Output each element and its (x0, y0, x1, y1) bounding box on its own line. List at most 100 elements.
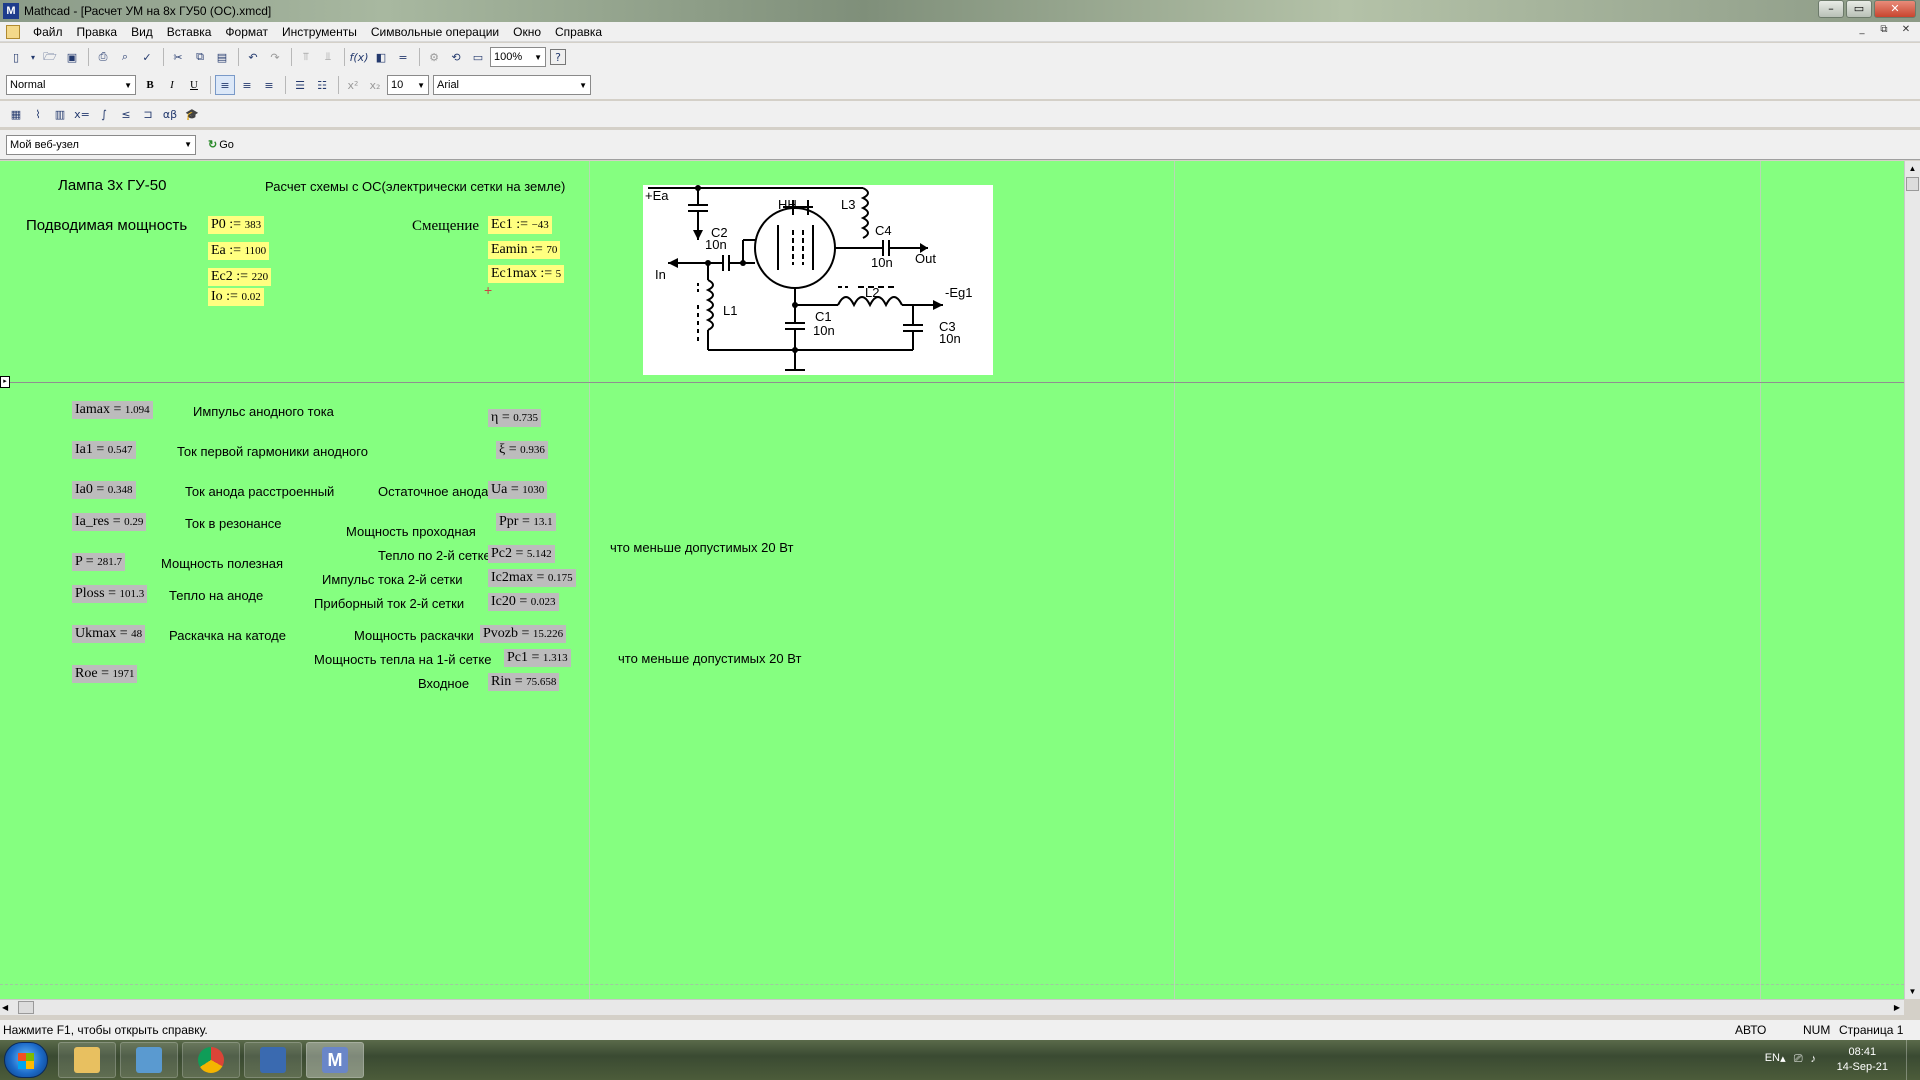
taskbar-chrome[interactable] (182, 1042, 240, 1078)
calculate-icon[interactable]: = (393, 47, 413, 67)
numbered-list-icon[interactable]: ☷ (312, 75, 332, 95)
scroll-right-icon[interactable]: ▶ (1894, 1000, 1900, 1015)
font-name-select[interactable]: Arial ▼ (433, 75, 591, 95)
scroll-left-icon[interactable]: ◀ (2, 1000, 8, 1015)
undo-icon[interactable]: ↶ (243, 47, 263, 67)
input-P0[interactable]: P0 := 383 (208, 216, 265, 234)
open-folder-icon[interactable]: 🗁 (40, 47, 60, 67)
show-desktop-button[interactable] (1906, 1040, 1920, 1080)
underline-button[interactable]: U (184, 75, 204, 95)
taskbar-explorer[interactable] (58, 1042, 116, 1078)
tray-icons[interactable]: ▴⎚♪ (1780, 1052, 1824, 1066)
print-icon[interactable]: ⎙ (93, 47, 113, 67)
menu-edit[interactable]: Правка (70, 25, 125, 39)
greek-icon[interactable]: αβ (160, 104, 180, 124)
scroll-down-icon[interactable]: ▼ (1905, 984, 1920, 999)
graph-icon[interactable]: ⌇ (28, 104, 48, 124)
result-P[interactable]: P = 281.7 (72, 553, 125, 571)
insert-function-icon[interactable]: f(x) (349, 47, 369, 67)
align-top-icon[interactable]: ⫪ (296, 47, 316, 67)
evaluation-icon[interactable]: x= (72, 104, 92, 124)
taskbar-mathcad[interactable]: M (306, 1042, 364, 1078)
font-size-select[interactable]: 10 ▼ (387, 75, 429, 95)
result-Rin[interactable]: Rin = 75.658 (488, 673, 560, 691)
new-dropdown-icon[interactable]: ▾ (28, 47, 38, 67)
cut-icon[interactable]: ✂ (168, 47, 188, 67)
worksheet[interactable]: ▸ Лампа 3х ГУ-50 Расчет схемы с ОС(элект… (0, 161, 1904, 999)
help-icon[interactable]: ? (550, 49, 566, 65)
result-Pvozb[interactable]: Pvozb = 15.226 (480, 625, 567, 643)
menu-format[interactable]: Формат (218, 25, 275, 39)
menu-window[interactable]: Окно (506, 25, 548, 39)
clock[interactable]: 08:41 14-Sep-21 (1837, 1045, 1888, 1075)
result-Ukmax[interactable]: Ukmax = 48 (72, 625, 146, 643)
horizontal-scrollbar[interactable]: ◀ ▶ (0, 999, 1904, 1015)
result-Ploss[interactable]: Ploss = 101.3 (72, 585, 148, 603)
menu-view[interactable]: Вид (124, 25, 160, 39)
bullet-list-icon[interactable]: ☰ (290, 75, 310, 95)
input-Ea[interactable]: Ea := 1100 (208, 242, 270, 260)
menu-tools[interactable]: Инструменты (275, 25, 364, 39)
result-Pc1[interactable]: Pc1 = 1.313 (504, 649, 571, 667)
menu-file[interactable]: Файл (26, 25, 70, 39)
minimize-button[interactable]: – (1818, 0, 1844, 18)
scroll-thumb[interactable] (1906, 177, 1919, 191)
scroll-thumb[interactable] (18, 1001, 34, 1014)
italic-button[interactable]: I (162, 75, 182, 95)
align-center-icon[interactable]: ≡ (237, 75, 257, 95)
align-left-icon[interactable]: ≡ (215, 75, 235, 95)
calculator-icon[interactable]: ▦ (6, 104, 26, 124)
paste-icon[interactable]: ▤ (212, 47, 232, 67)
bold-button[interactable]: B (140, 75, 160, 95)
zoom-select[interactable]: 100% ▼ (490, 47, 546, 67)
insert-component-icon[interactable]: ⚙ (424, 47, 444, 67)
copy-icon[interactable]: ⧉ (190, 47, 210, 67)
align-right-icon[interactable]: ≡ (259, 75, 279, 95)
save-icon[interactable]: ▣ (62, 47, 82, 67)
matrix-icon[interactable]: ▥ (50, 104, 70, 124)
collapse-anchor-icon[interactable]: ▸ (0, 376, 10, 388)
web-node-select[interactable]: Мой веб-узел ▼ (6, 134, 196, 155)
boolean-icon[interactable]: ≤ (116, 104, 136, 124)
close-button[interactable]: ✕ (1874, 0, 1916, 18)
document-icon[interactable] (6, 24, 20, 39)
menu-help[interactable]: Справка (548, 25, 609, 39)
insert-region-icon[interactable]: ▭ (468, 47, 488, 67)
programming-icon[interactable]: ⊐ (138, 104, 158, 124)
result-Roe[interactable]: Roe = 1971 (72, 665, 138, 683)
input-Io[interactable]: Io := 0.02 (208, 288, 264, 306)
result-Ic2max[interactable]: Ic2max = 0.175 (488, 569, 576, 587)
vertical-scrollbar[interactable]: ▲ ▼ (1904, 161, 1920, 999)
mathcad-app-icon[interactable]: M (3, 3, 19, 19)
subscript-icon[interactable]: x₂ (365, 75, 385, 95)
superscript-icon[interactable]: x² (343, 75, 363, 95)
calculus-icon[interactable]: ∫ (94, 104, 114, 124)
input-Ec1[interactable]: Ec1 := −43 (488, 216, 552, 234)
go-button[interactable]: ↻ Go (208, 138, 234, 152)
doc-close-button[interactable]: ✕ (1898, 24, 1914, 38)
align-bottom-icon[interactable]: ⫫ (318, 47, 338, 67)
new-document-icon[interactable]: ▯ (6, 47, 26, 67)
resource-center-icon[interactable]: ⟲ (446, 47, 466, 67)
start-button[interactable] (4, 1042, 48, 1078)
insert-unit-icon[interactable]: ◧ (371, 47, 391, 67)
taskbar-app[interactable] (120, 1042, 178, 1078)
style-select[interactable]: Normal ▼ (6, 75, 136, 95)
result-Pc2[interactable]: Pc2 = 5.142 (488, 545, 555, 563)
result-xi[interactable]: ξ = 0.936 (496, 441, 548, 459)
input-Ec1max[interactable]: Ec1max := 5 (488, 265, 565, 283)
input-Eamin[interactable]: Eamin := 70 (488, 241, 561, 259)
result-Ppr[interactable]: Ppr = 13.1 (496, 513, 556, 531)
result-Ia1[interactable]: Ia1 = 0.547 (72, 441, 136, 459)
spell-check-icon[interactable]: ✓ (137, 47, 157, 67)
language-indicator[interactable]: EN (1765, 1052, 1780, 1064)
menu-insert[interactable]: Вставка (160, 25, 219, 39)
doc-minimize-button[interactable]: _ (1854, 24, 1870, 38)
result-Ic20[interactable]: Ic20 = 0.023 (488, 593, 559, 611)
input-Ec2[interactable]: Ec2 := 220 (208, 268, 272, 286)
taskbar-remote[interactable] (244, 1042, 302, 1078)
result-Ua[interactable]: Ua = 1030 (488, 481, 548, 499)
result-Iamax[interactable]: Iamax = 1.094 (72, 401, 153, 419)
menu-symbolics[interactable]: Символьные операции (364, 25, 506, 39)
result-eta[interactable]: η = 0.735 (488, 409, 541, 427)
